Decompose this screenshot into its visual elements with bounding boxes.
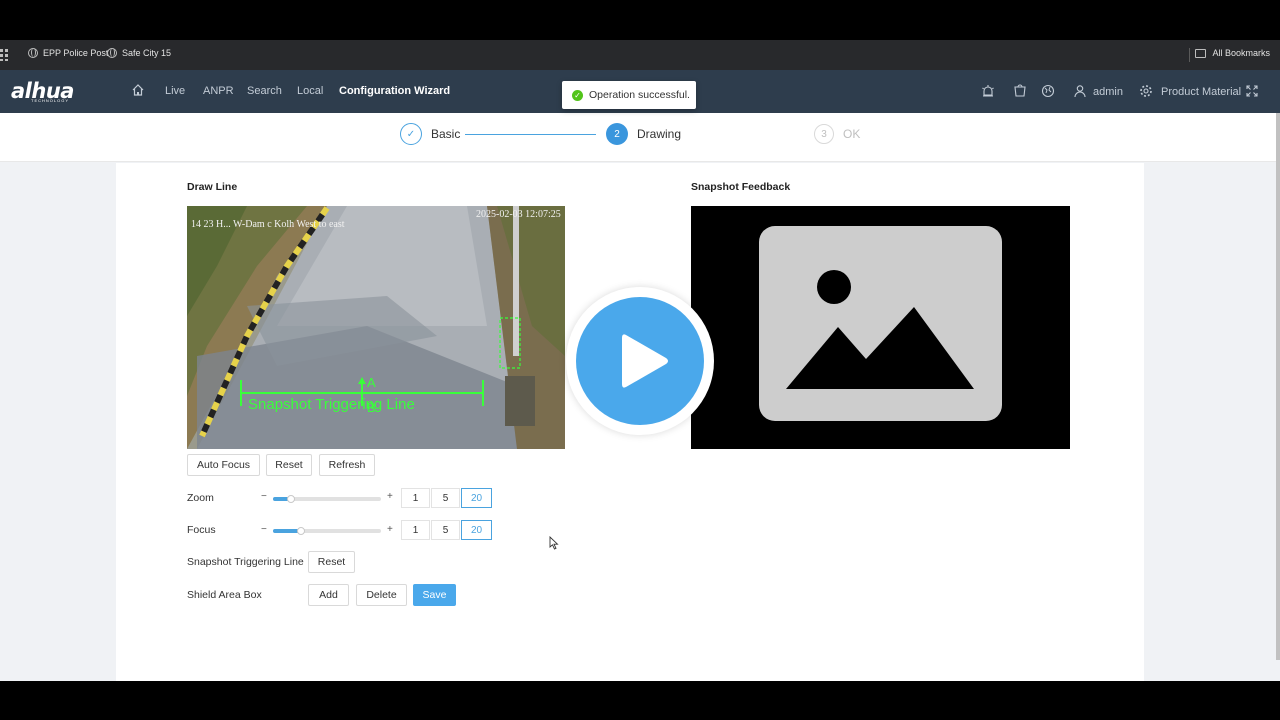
step-number: 2 [606,123,628,145]
shop-icon[interactable] [1013,84,1027,98]
apps-grid-icon[interactable] [0,49,10,61]
step-ok[interactable]: 3 OK [814,124,860,144]
play-icon [622,334,668,388]
draw-line-title: Draw Line [187,181,238,193]
all-bookmarks[interactable]: All Bookmarks [1195,48,1270,58]
trigger-line-label-row: Snapshot Triggering Line [187,556,304,568]
image-placeholder-icon [759,226,1002,421]
letterbox-top [0,0,1280,40]
focus-step-5[interactable]: 5 [431,520,460,540]
alarm-icon[interactable] [981,84,995,98]
step-label: Basic [431,127,461,141]
play-button[interactable] [566,287,714,435]
trigger-line-label: Snapshot Triggering Line [248,396,415,413]
play-button-circle[interactable] [576,297,704,425]
folder-icon [1195,48,1207,58]
home-icon[interactable] [131,83,145,97]
camera-scene[interactable]: A B Snapshot Triggering Line 14 23 H... … [187,206,565,449]
step-connector [465,134,596,135]
bookmark-epp-police-post[interactable]: EPP Police Post [28,48,108,58]
zoom-step-5[interactable]: 5 [431,488,460,508]
mouse-cursor-icon [549,536,559,550]
step-basic[interactable]: ✓ Basic [400,123,460,145]
refresh-button[interactable]: Refresh [319,454,375,476]
bookmark-label: EPP Police Post [43,48,109,58]
snapshot-feedback-view [691,206,1070,449]
user-icon[interactable] [1073,84,1087,98]
shield-delete-button[interactable]: Delete [356,584,407,606]
step-label: Drawing [637,127,682,141]
zoom-label: Zoom [187,492,214,504]
check-icon: ✓ [400,123,422,145]
globe-icon [107,48,117,58]
focus-step-20[interactable]: 20 [461,520,492,540]
step-number: 3 [814,124,834,144]
bookmark-divider [1189,48,1190,62]
toast-message: Operation successful. [589,89,690,101]
product-material-link[interactable]: Product Material [1161,86,1241,98]
trigger-line-reset-button[interactable]: Reset [308,551,355,573]
nav-configuration-wizard[interactable]: Configuration Wizard [339,85,450,97]
snapshot-feedback-title: Snapshot Feedback [691,181,791,193]
focus-step-1[interactable]: 1 [401,520,430,540]
focus-slider-thumb[interactable] [297,527,305,535]
globe-icon [28,48,38,58]
osd-timestamp: 2025-02-03 12:07:25 [476,209,561,220]
nav-local[interactable]: Local [297,85,323,97]
letterbox-bottom [0,681,1280,720]
scrollbar[interactable] [1276,113,1280,660]
zoom-minus-button[interactable]: − [261,491,267,502]
wizard-steps: ✓ Basic 2 Drawing 3 OK [0,113,1276,162]
fullscreen-icon[interactable] [1245,84,1259,98]
zoom-slider-thumb[interactable] [287,495,295,503]
nav-anpr[interactable]: ANPR [203,85,234,97]
camera-live-view[interactable]: A B Snapshot Triggering Line 14 23 H... … [187,206,565,449]
line-point-a: A [367,375,376,390]
brand-subtitle: TECHNOLOGY [31,98,70,103]
focus-label: Focus [187,524,216,536]
save-button[interactable]: Save [413,584,456,606]
bookmark-safe-city[interactable]: Safe City 15 [107,48,171,58]
reset-view-button[interactable]: Reset [266,454,312,476]
bookmarks-bar: EPP Police Post Safe City 15 All Bookmar… [0,40,1280,70]
auto-focus-button[interactable]: Auto Focus [187,454,260,476]
username[interactable]: admin [1093,86,1123,98]
nav-search[interactable]: Search [247,85,282,97]
shield-area-label: Shield Area Box [187,589,262,601]
focus-plus-button[interactable]: + [387,524,393,535]
zoom-plus-button[interactable]: + [387,491,393,502]
step-drawing[interactable]: 2 Drawing [606,123,681,145]
osd-channel: 14 23 H... W-Dam c Kolh West to east [191,219,345,230]
globe-settings-icon[interactable] [1041,84,1055,98]
nav-live[interactable]: Live [165,85,185,97]
success-toast: ✓ Operation successful. [562,81,696,109]
step-label: OK [843,127,861,141]
bookmark-label: Safe City 15 [122,48,172,58]
focus-minus-button[interactable]: − [261,524,267,535]
all-bookmarks-label: All Bookmarks [1212,48,1270,58]
zoom-step-20[interactable]: 20 [461,488,492,508]
shield-add-button[interactable]: Add [308,584,349,606]
success-check-icon: ✓ [572,89,583,101]
zoom-step-1[interactable]: 1 [401,488,430,508]
gear-icon[interactable] [1139,84,1153,98]
